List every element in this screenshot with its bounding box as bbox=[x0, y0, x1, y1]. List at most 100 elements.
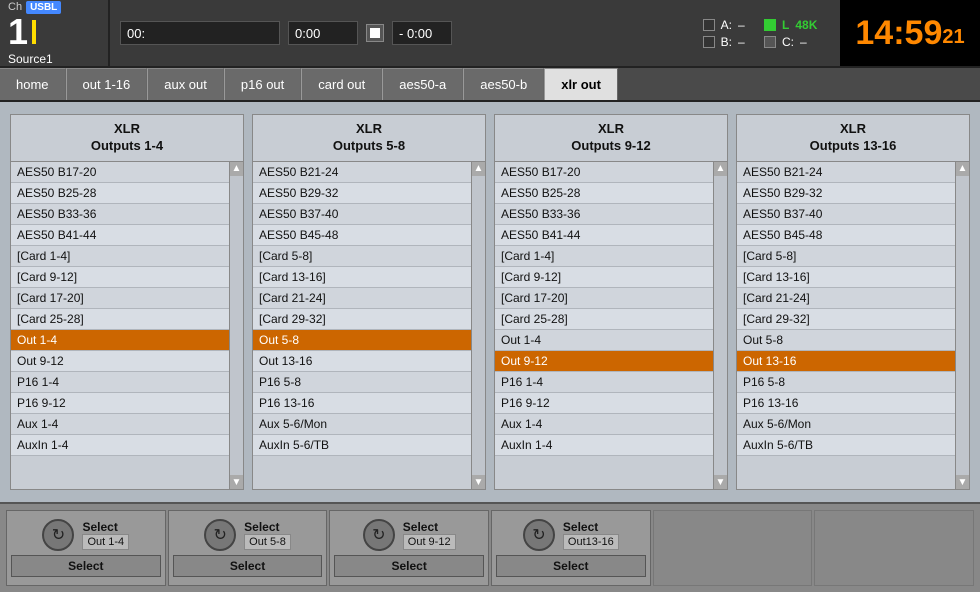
list-item[interactable]: AuxIn 5-6/TB bbox=[253, 435, 471, 456]
scroll-down-4[interactable]: ▼ bbox=[956, 475, 970, 489]
list-item[interactable]: [Card 17-20] bbox=[11, 288, 229, 309]
list-item[interactable]: [Card 25-28] bbox=[495, 309, 713, 330]
list-item[interactable]: AES50 B29-32 bbox=[737, 183, 955, 204]
scroll-down-3[interactable]: ▼ bbox=[714, 475, 728, 489]
list-item[interactable]: Aux 1-4 bbox=[495, 414, 713, 435]
list-item[interactable]: [Card 13-16] bbox=[737, 267, 955, 288]
select-label-3: Select bbox=[403, 520, 456, 534]
list-item[interactable]: AES50 B41-44 bbox=[495, 225, 713, 246]
tab-aux-out[interactable]: aux out bbox=[147, 68, 224, 100]
a-value: – bbox=[738, 18, 758, 32]
l-value: 48K bbox=[795, 18, 817, 32]
scroll-up-1[interactable]: ▲ bbox=[230, 162, 244, 176]
scroll-track-4 bbox=[956, 176, 969, 475]
tab-card-out[interactable]: card out bbox=[301, 68, 382, 100]
scroll-track-3 bbox=[714, 176, 727, 475]
list-item[interactable]: Out 1-4 bbox=[495, 330, 713, 351]
xlr-header-4: XLR Outputs 13-16 bbox=[737, 115, 969, 162]
scroll-down-2[interactable]: ▼ bbox=[472, 475, 486, 489]
list-item[interactable]: [Card 1-4] bbox=[495, 246, 713, 267]
list-item[interactable]: AES50 B21-24 bbox=[253, 162, 471, 183]
list-item[interactable]: [Card 9-12] bbox=[495, 267, 713, 288]
stop-icon bbox=[370, 28, 380, 38]
list-item[interactable]: P16 1-4 bbox=[11, 372, 229, 393]
list-item[interactable]: P16 9-12 bbox=[495, 393, 713, 414]
list-item[interactable]: P16 1-4 bbox=[495, 372, 713, 393]
list-item[interactable]: [Card 5-8] bbox=[737, 246, 955, 267]
list-item[interactable]: AES50 B45-48 bbox=[737, 225, 955, 246]
list-item[interactable]: Out 13-16 bbox=[737, 351, 955, 372]
tab-aes50-b[interactable]: aes50-b bbox=[463, 68, 544, 100]
main-content: XLR Outputs 1-4 AES50 B17-20 AES50 B25-2… bbox=[0, 102, 980, 502]
usb-badge: USBL bbox=[26, 1, 61, 14]
list-item[interactable]: AES50 B45-48 bbox=[253, 225, 471, 246]
list-item[interactable]: Out 1-4 bbox=[11, 330, 229, 351]
list-item[interactable]: [Card 29-32] bbox=[737, 309, 955, 330]
stop-button[interactable] bbox=[366, 24, 384, 42]
list-item[interactable]: AuxIn 1-4 bbox=[495, 435, 713, 456]
list-item[interactable]: P16 9-12 bbox=[11, 393, 229, 414]
list-item[interactable]: AES50 B37-40 bbox=[253, 204, 471, 225]
rotate-icon-2[interactable]: ↻ bbox=[204, 519, 236, 551]
list-item[interactable]: AuxIn 1-4 bbox=[11, 435, 229, 456]
list-item[interactable]: AuxIn 5-6/TB bbox=[737, 435, 955, 456]
scroll-up-2[interactable]: ▲ bbox=[472, 162, 486, 176]
list-item[interactable]: [Card 1-4] bbox=[11, 246, 229, 267]
list-item[interactable]: [Card 21-24] bbox=[253, 288, 471, 309]
list-item[interactable]: AES50 B25-28 bbox=[11, 183, 229, 204]
rotate-icon-3[interactable]: ↻ bbox=[363, 519, 395, 551]
list-item[interactable]: P16 13-16 bbox=[737, 393, 955, 414]
scroll-down-1[interactable]: ▼ bbox=[230, 475, 244, 489]
top-bar: Ch USBL 1 Source1 00: 0:00 - 0:00 A: – L… bbox=[0, 0, 980, 68]
list-item[interactable]: [Card 21-24] bbox=[737, 288, 955, 309]
list-item[interactable]: Aux 5-6/Mon bbox=[253, 414, 471, 435]
empty-block-2 bbox=[814, 510, 974, 586]
a-label: A: bbox=[721, 18, 732, 32]
scrollbar-2[interactable]: ▲ ▼ bbox=[471, 162, 485, 489]
tab-xlr-out[interactable]: xlr out bbox=[544, 68, 618, 100]
list-item[interactable]: AES50 B33-36 bbox=[495, 204, 713, 225]
list-item[interactable]: [Card 25-28] bbox=[11, 309, 229, 330]
list-item[interactable]: Out 13-16 bbox=[253, 351, 471, 372]
list-item[interactable]: Out 5-8 bbox=[253, 330, 471, 351]
list-item[interactable]: AES50 B41-44 bbox=[11, 225, 229, 246]
scroll-up-4[interactable]: ▲ bbox=[956, 162, 970, 176]
select-button-3[interactable]: Select bbox=[334, 555, 484, 577]
scrollbar-1[interactable]: ▲ ▼ bbox=[229, 162, 243, 489]
list-item[interactable]: AES50 B25-28 bbox=[495, 183, 713, 204]
tab-aes50-a[interactable]: aes50-a bbox=[382, 68, 463, 100]
rotate-icon-1[interactable]: ↻ bbox=[42, 519, 74, 551]
scrollbar-4[interactable]: ▲ ▼ bbox=[955, 162, 969, 489]
select-button-4[interactable]: Select bbox=[496, 555, 646, 577]
select-button-2[interactable]: Select bbox=[173, 555, 323, 577]
tab-out1-16[interactable]: out 1-16 bbox=[66, 68, 148, 100]
scrollbar-3[interactable]: ▲ ▼ bbox=[713, 162, 727, 489]
list-item[interactable]: AES50 B29-32 bbox=[253, 183, 471, 204]
list-item[interactable]: Aux 5-6/Mon bbox=[737, 414, 955, 435]
list-item[interactable]: AES50 B33-36 bbox=[11, 204, 229, 225]
list-item[interactable]: AES50 B37-40 bbox=[737, 204, 955, 225]
list-item[interactable]: Aux 1-4 bbox=[11, 414, 229, 435]
empty-block-1 bbox=[653, 510, 813, 586]
list-item[interactable]: P16 5-8 bbox=[737, 372, 955, 393]
list-item[interactable]: [Card 13-16] bbox=[253, 267, 471, 288]
list-item[interactable]: AES50 B17-20 bbox=[11, 162, 229, 183]
scroll-up-3[interactable]: ▲ bbox=[714, 162, 728, 176]
list-item[interactable]: Out 5-8 bbox=[737, 330, 955, 351]
select-button-1[interactable]: Select bbox=[11, 555, 161, 577]
tab-p16-out[interactable]: p16 out bbox=[224, 68, 301, 100]
list-item[interactable]: [Card 9-12] bbox=[11, 267, 229, 288]
list-item[interactable]: [Card 5-8] bbox=[253, 246, 471, 267]
list-item[interactable]: [Card 29-32] bbox=[253, 309, 471, 330]
list-item[interactable]: [Card 17-20] bbox=[495, 288, 713, 309]
tab-home[interactable]: home bbox=[0, 68, 66, 100]
list-item[interactable]: Out 9-12 bbox=[495, 351, 713, 372]
xlr-list-4: AES50 B21-24 AES50 B29-32 AES50 B37-40 A… bbox=[737, 162, 969, 489]
list-item[interactable]: Out 9-12 bbox=[11, 351, 229, 372]
list-item[interactable]: AES50 B17-20 bbox=[495, 162, 713, 183]
list-item[interactable]: P16 5-8 bbox=[253, 372, 471, 393]
scroll-track-2 bbox=[472, 176, 485, 475]
list-item[interactable]: AES50 B21-24 bbox=[737, 162, 955, 183]
rotate-icon-4[interactable]: ↻ bbox=[523, 519, 555, 551]
list-item[interactable]: P16 13-16 bbox=[253, 393, 471, 414]
